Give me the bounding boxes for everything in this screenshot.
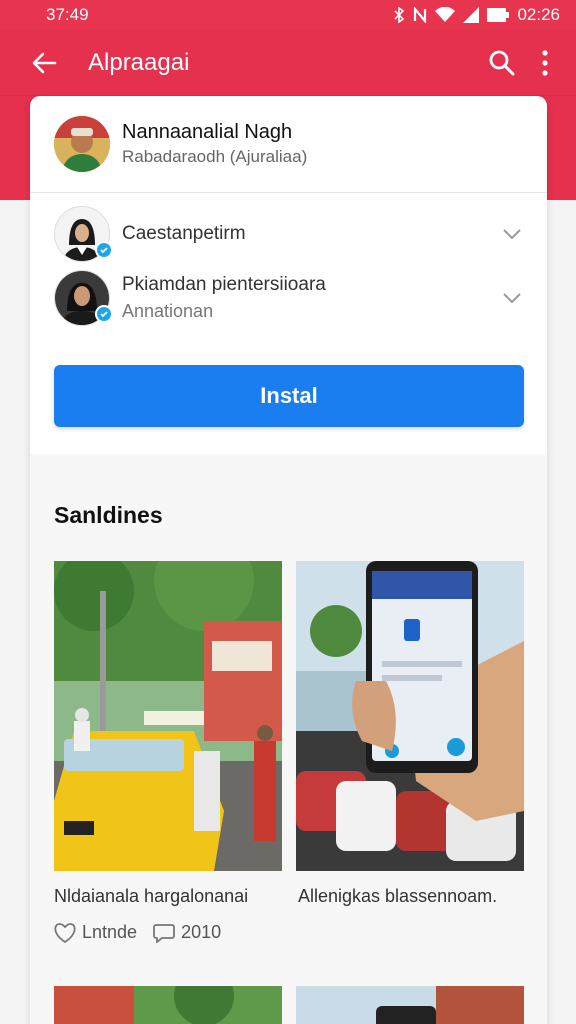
arrow-back-icon xyxy=(32,52,57,73)
search-icon[interactable] xyxy=(488,49,516,77)
app-bar: Alpraagai xyxy=(0,30,576,96)
avatar xyxy=(54,270,113,326)
status-clock: 02:26 xyxy=(517,5,560,24)
screenshot-thumbnail-2[interactable] xyxy=(296,561,524,871)
chevron-down-icon[interactable] xyxy=(500,286,524,310)
screenshot-thumbnail-1[interactable] xyxy=(54,561,282,871)
divider xyxy=(30,192,547,193)
meta-row: Lntnde 2010 xyxy=(54,922,237,943)
status-bar: 37:49 02:26 xyxy=(0,0,576,30)
developer-subtitle: Rabadaraodh (Ajuraliaa) xyxy=(122,147,308,166)
comment-count: 2010 xyxy=(181,922,222,942)
bluetooth-icon xyxy=(394,7,405,23)
option-label: Pkiamdan pientersiioara xyxy=(122,274,326,295)
battery-icon xyxy=(487,8,510,22)
screenshot-thumbnail-4[interactable] xyxy=(296,986,524,1024)
like-button[interactable]: Lntnde xyxy=(54,922,137,943)
screenshot-thumbnail-3[interactable] xyxy=(54,986,282,1024)
app-card: Nannaanalial Nagh Rabadaraodh (Ajuraliaa… xyxy=(30,96,547,1024)
option-row-1[interactable]: Caestanpetirm xyxy=(54,206,524,262)
heart-icon xyxy=(54,922,76,943)
comment-button[interactable]: 2010 xyxy=(153,922,221,943)
developer-profile[interactable]: Nannaanalial Nagh Rabadaraodh (Ajuraliaa… xyxy=(54,116,307,172)
more-vert-icon[interactable] xyxy=(542,49,548,76)
developer-name: Nannaanalial Nagh xyxy=(122,121,293,143)
install-button[interactable]: Instal xyxy=(54,365,524,427)
status-time: 37:49 xyxy=(46,5,89,24)
thumbnail-caption-1: Nldaianala hargalonanai xyxy=(54,886,249,906)
option-label: Caestanpetirm xyxy=(122,223,246,244)
chevron-down-icon[interactable] xyxy=(500,222,524,246)
like-label: Lntnde xyxy=(82,922,138,942)
nfc-icon xyxy=(414,7,427,23)
back-button[interactable] xyxy=(0,52,88,74)
section-title: Sanldines xyxy=(54,502,163,528)
comment-icon xyxy=(153,923,175,943)
thumbnail-caption-2: Allenigkas blassennoam. xyxy=(298,886,498,906)
option-sublabel: Annationan xyxy=(122,301,214,321)
wifi-icon xyxy=(435,7,456,22)
avatar xyxy=(54,116,110,172)
verified-icon xyxy=(95,305,113,323)
verified-icon xyxy=(95,241,113,259)
option-row-2[interactable]: Pkiamdan pientersiioara Annationan xyxy=(54,270,524,326)
avatar xyxy=(54,206,113,262)
app-title: Alpraagai xyxy=(88,48,190,76)
signal-icon xyxy=(463,7,480,23)
